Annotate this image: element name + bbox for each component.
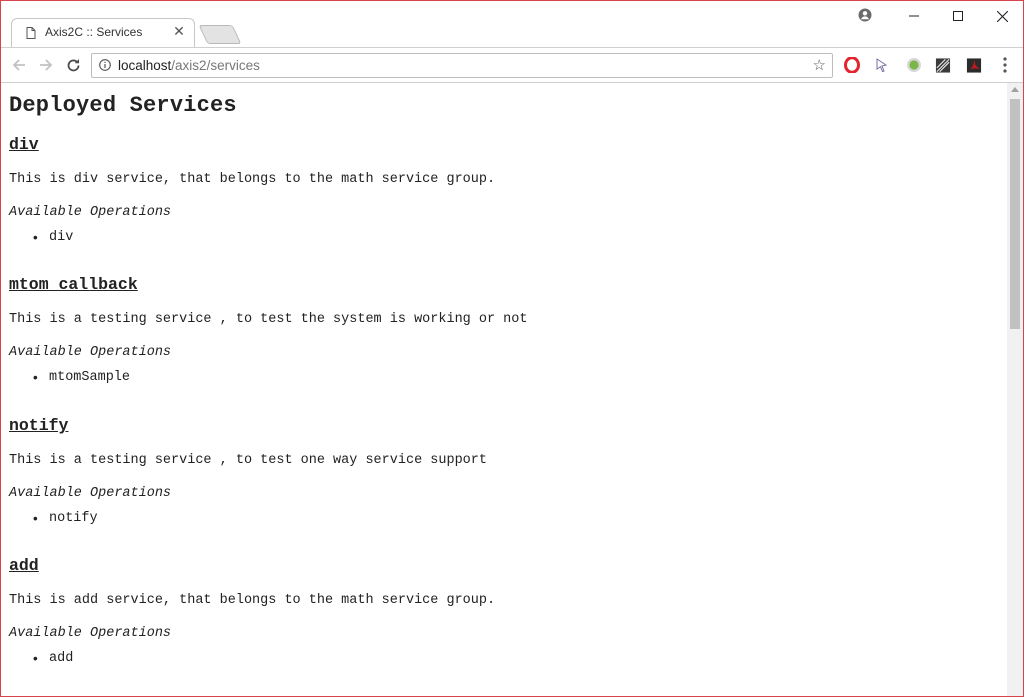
service-name-link[interactable]: add — [9, 556, 39, 575]
url-text[interactable]: localhost/axis2/services — [118, 58, 260, 73]
url-path: /axis2/services — [171, 58, 260, 73]
operations-list: notify — [9, 511, 97, 526]
url-host: localhost — [118, 58, 172, 73]
service-description: This is a testing service , to test the … — [9, 312, 528, 327]
bookmark-star-icon[interactable]: ☆ — [813, 56, 826, 74]
title-bar: Axis2C :: Services ✕ — [1, 1, 1023, 47]
reload-icon — [67, 58, 79, 71]
vertical-scrollbar[interactable] — [1007, 83, 1023, 696]
browser-window: Axis2C :: Services ✕ localhost/axis2/ser… — [0, 0, 1024, 697]
tab-axis2c-services[interactable]: Axis2C :: Services ✕ — [11, 18, 195, 47]
minimize-icon — [909, 15, 919, 17]
opera-extension-icon[interactable] — [844, 57, 860, 73]
browser-toolbar: localhost/axis2/services ☆ — [1, 47, 1023, 83]
service-notify: notify This is a testing service , to te… — [9, 416, 487, 526]
forward-arrow-icon — [40, 59, 53, 71]
service-description: This is add service, that belongs to the… — [9, 593, 496, 608]
tab-close-icon[interactable]: ✕ — [172, 23, 186, 39]
close-icon — [996, 10, 1008, 22]
maximize-button[interactable] — [935, 1, 981, 31]
menu-dots-icon[interactable] — [1001, 56, 1009, 74]
operations-label: Available Operations — [9, 345, 172, 360]
service-name-link[interactable]: notify — [9, 416, 68, 435]
info-icon[interactable] — [99, 59, 111, 71]
back-button[interactable] — [9, 55, 29, 75]
tools-extension-icon[interactable] — [935, 57, 951, 73]
address-bar[interactable]: localhost/axis2/services ☆ — [91, 53, 833, 78]
forward-button[interactable] — [36, 55, 56, 75]
service-name-link[interactable]: div — [9, 135, 39, 154]
service-description: This is a testing service , to test one … — [9, 453, 487, 468]
operations-list: div — [9, 230, 74, 245]
new-tab-button[interactable] — [198, 25, 242, 44]
reload-button[interactable] — [63, 55, 83, 75]
back-arrow-icon — [12, 59, 25, 71]
page-content: Deployed Services div This is div servic… — [1, 83, 1007, 696]
green-circle-extension-icon[interactable] — [906, 57, 922, 73]
cursor-extension-icon[interactable] — [873, 57, 889, 73]
service-add: add This is add service, that belongs to… — [9, 556, 495, 666]
service-name-link[interactable]: mtom_callback — [9, 275, 138, 294]
pdf-extension-icon[interactable] — [966, 57, 982, 73]
tab-title: Axis2C :: Services — [45, 25, 143, 39]
operation-item: div — [33, 230, 74, 245]
profile-icon[interactable] — [858, 8, 872, 22]
scrollbar-thumb[interactable] — [1010, 99, 1020, 329]
service-description: This is div service, that belongs to the… — [9, 172, 496, 187]
page-icon — [26, 27, 36, 39]
operation-item: mtomSample — [33, 370, 130, 385]
operation-item: notify — [33, 511, 97, 526]
operations-list: mtomSample — [9, 370, 130, 385]
operation-item: add — [33, 651, 74, 666]
operations-label: Available Operations — [9, 205, 172, 220]
minimize-button[interactable] — [891, 1, 937, 31]
scroll-up-arrow-icon[interactable] — [1011, 87, 1019, 92]
operations-label: Available Operations — [9, 486, 172, 501]
close-window-button[interactable] — [979, 1, 1023, 31]
service-div: div This is div service, that belongs to… — [9, 135, 495, 245]
operations-list: add — [9, 651, 74, 666]
operations-label: Available Operations — [9, 626, 172, 641]
page-title: Deployed Services — [9, 93, 237, 118]
maximize-icon — [953, 11, 963, 21]
service-mtom-callback: mtom_callback This is a testing service … — [9, 275, 527, 385]
